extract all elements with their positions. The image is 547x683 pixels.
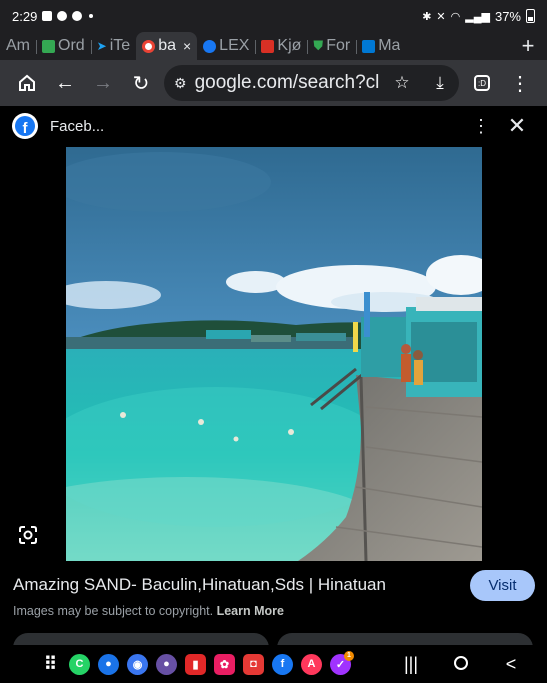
tab-lex[interactable]: LEX — [197, 32, 255, 60]
viewer-menu-button[interactable]: ⋮ — [463, 116, 499, 137]
copyright-text: Images may be subject to copyright. — [13, 604, 214, 618]
close-tab-icon[interactable]: × — [183, 38, 191, 54]
home-icon — [19, 74, 35, 91]
tab-label: Ma — [378, 37, 401, 54]
tab-ma[interactable]: Ma — [356, 32, 406, 60]
tab-ord[interactable]: Ord — [36, 32, 91, 60]
beach-boardwalk-photo — [66, 147, 482, 561]
flipboard-icon[interactable]: ▮ — [185, 653, 206, 675]
forward-button[interactable]: → — [84, 64, 122, 102]
facebook-icon: f — [12, 113, 38, 139]
download-icon[interactable]: ⤓ — [425, 73, 455, 93]
tab-for[interactable]: ⛊ For — [307, 32, 356, 60]
tab-am[interactable]: Am — [0, 32, 36, 60]
app-dock: ⠿ C ● ◉ ● ▮ ✿ ◘ f A ✓ 1 — [40, 650, 354, 675]
purple-app-icon[interactable]: ● — [156, 653, 177, 675]
red-bag-icon — [261, 39, 275, 53]
apps-grid-icon[interactable]: ⠿ — [40, 654, 61, 675]
bluetooth-icon: ✱ — [422, 10, 432, 23]
learn-more-link[interactable]: Learn More — [217, 604, 284, 618]
tab-strip: Am Ord ➤ iTe ba × LEX Kjø ⛊ For Ma + — [0, 32, 547, 60]
tab-kjo[interactable]: Kjø — [255, 32, 307, 60]
google-icon — [142, 39, 156, 53]
tab-label: For — [326, 37, 351, 54]
google-lens-icon[interactable] — [17, 524, 39, 546]
tab-active-google[interactable]: ba × — [136, 32, 198, 60]
status-bar: 2:29 ✱ ✕ ◠ ▂▄▆ 37% — [0, 0, 547, 32]
messages-icon[interactable]: ● — [98, 653, 119, 675]
home-nav-button[interactable] — [449, 654, 473, 675]
home-button[interactable] — [8, 64, 46, 102]
camera-app-icon[interactable]: ◘ — [243, 653, 264, 675]
gallery-notification-icon — [42, 11, 53, 21]
app-notification-icon — [72, 11, 83, 21]
tab-label: LEX — [219, 37, 250, 54]
browser-toolbar: ← → ↻ ⚙ google.com/search?cli ☆ ⤓ :D ⋮ — [0, 60, 547, 106]
bird-icon: ➤ — [96, 39, 107, 53]
messenger-icon[interactable]: ✓ 1 — [330, 650, 354, 675]
whatsapp-icon[interactable]: C — [69, 653, 90, 675]
back-nav-button[interactable]: < — [499, 654, 523, 675]
visit-button[interactable]: Visit — [470, 570, 535, 601]
copyright-notice: Images may be subject to copyright. Lear… — [13, 604, 284, 618]
tab-label: ba — [158, 37, 176, 54]
back-button[interactable]: ← — [46, 64, 84, 102]
wifi-icon: ◠ — [450, 10, 461, 23]
battery-icon — [526, 9, 535, 23]
bookmark-star-icon[interactable]: ☆ — [387, 73, 417, 93]
recents-button[interactable]: ||| — [399, 654, 423, 675]
reload-icon: ↻ — [132, 72, 150, 95]
new-tab-button[interactable]: + — [509, 33, 547, 59]
browser-menu-button[interactable]: ⋮ — [501, 64, 539, 102]
facebook-icon — [203, 39, 217, 53]
arrow-right-icon: → — [93, 71, 113, 94]
url-text[interactable]: google.com/search?cli — [195, 72, 379, 94]
notification-badge: 1 — [344, 650, 354, 661]
outlook-icon — [362, 39, 376, 53]
shield-icon: ⛊ — [313, 38, 324, 53]
mute-icon: ✕ — [436, 10, 446, 23]
address-bar[interactable]: ⚙ google.com/search?cli ☆ ⤓ — [164, 65, 459, 101]
tab-label: Ord — [58, 37, 85, 54]
tab-label: iTe — [109, 37, 131, 54]
tab-switcher-button[interactable]: :D — [463, 64, 501, 102]
system-nav-bar: ⠿ C ● ◉ ● ▮ ✿ ◘ f A ✓ 1 ||| < — [0, 645, 547, 683]
battery-percent: 37% — [494, 8, 521, 24]
result-title[interactable]: Amazing SAND- Baculin,Hinatuan,Sds | Hin… — [13, 575, 386, 595]
result-image[interactable] — [66, 147, 482, 561]
tab-label: Am — [6, 37, 30, 54]
tab-ite[interactable]: ➤ iTe — [90, 32, 137, 60]
viewer-close-button[interactable]: ✕ — [499, 113, 535, 139]
airbnb-icon[interactable]: A — [301, 653, 322, 675]
tab-label: Kjø — [277, 37, 302, 54]
home-circle-icon — [454, 655, 468, 670]
facebook-icon[interactable]: f — [272, 653, 293, 675]
site-settings-icon[interactable]: ⚙ — [174, 75, 187, 92]
image-source-name[interactable]: Faceb... — [50, 118, 104, 135]
status-time: 2:29 — [12, 8, 38, 24]
signal-strength-icon: ▂▄▆ — [465, 10, 490, 23]
signal-icon[interactable]: ◉ — [127, 653, 148, 675]
messenger-notification-icon — [57, 11, 68, 21]
more-notifications-icon — [89, 14, 94, 18]
sheets-icon — [42, 39, 55, 53]
tab-count: :D — [474, 75, 490, 91]
flower-app-icon[interactable]: ✿ — [214, 653, 235, 675]
reload-button[interactable]: ↻ — [122, 64, 160, 102]
more-vert-icon: ⋮ — [510, 72, 530, 95]
image-viewer-header: f Faceb... ⋮ ✕ — [0, 106, 547, 146]
arrow-left-icon: ← — [55, 71, 75, 94]
